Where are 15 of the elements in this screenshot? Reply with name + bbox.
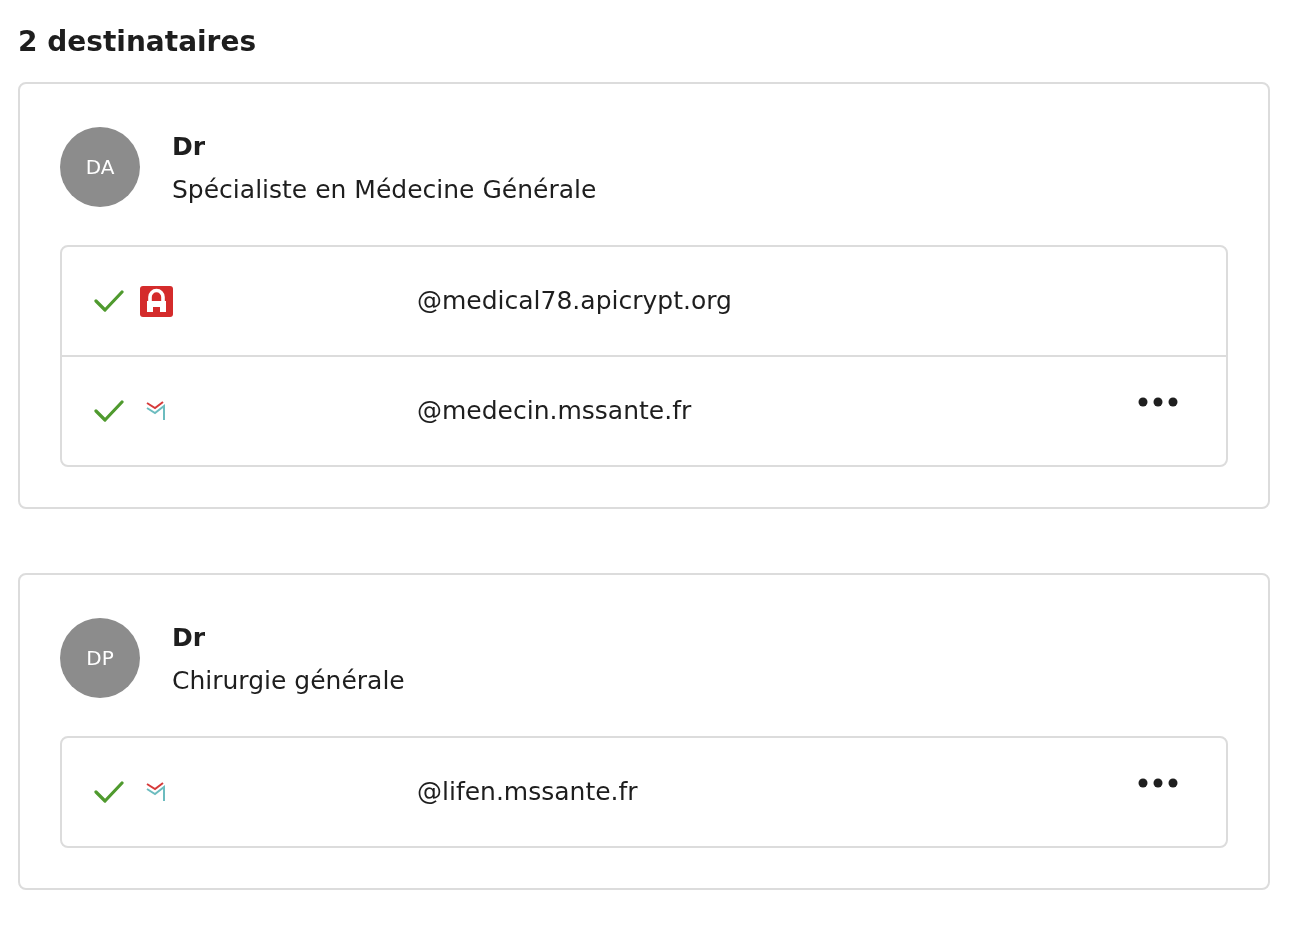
email-address: @lifen.mssante.fr xyxy=(417,776,639,808)
avatar-initials: DP xyxy=(60,618,140,698)
more-icon xyxy=(1138,778,1178,788)
recipients-heading: 2 destinataires xyxy=(18,24,258,60)
email-address: @medecin.mssante.fr xyxy=(417,395,693,427)
recipient-title: Dr xyxy=(172,131,207,163)
more-icon xyxy=(1138,397,1178,407)
email-address: @medical78.apicrypt.org xyxy=(417,285,733,317)
envelope-icon xyxy=(146,782,168,802)
envelope-icon xyxy=(146,401,168,421)
recipient-specialty: Chirurgie générale xyxy=(172,665,405,697)
recipient-specialty: Spécialiste en Médecine Générale xyxy=(172,174,597,206)
padlock-icon xyxy=(140,285,173,317)
recipient-title: Dr xyxy=(172,622,207,654)
avatar-initials: DA xyxy=(60,127,140,207)
